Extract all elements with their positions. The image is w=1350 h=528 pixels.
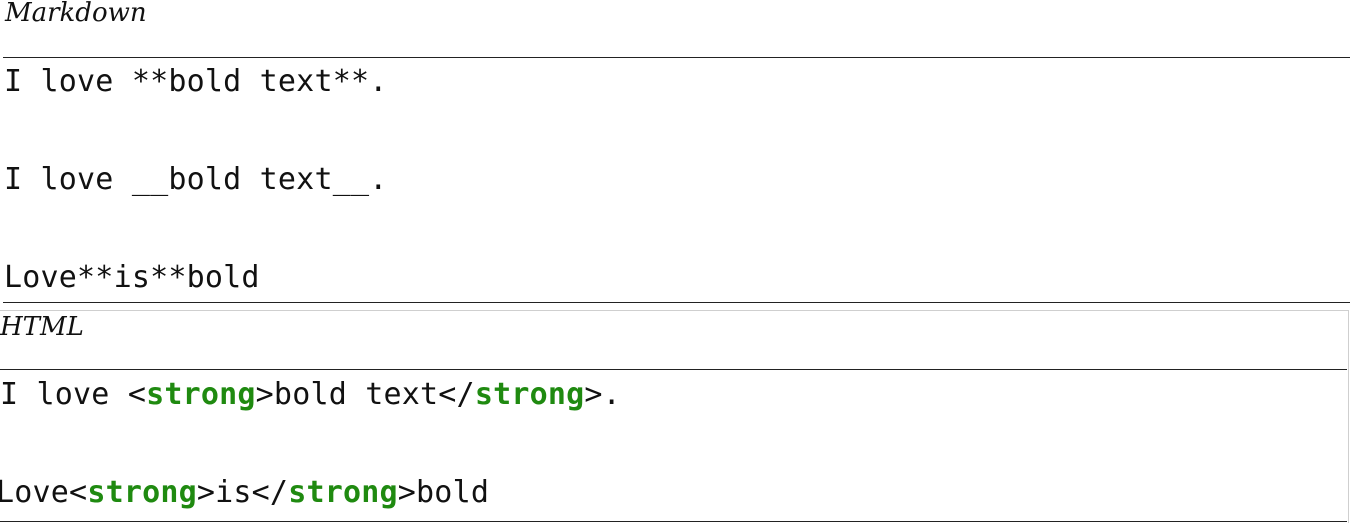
html-line-1-text-c: >.: [584, 377, 621, 412]
html-line-2-text-a: Love<: [0, 475, 88, 510]
html-line-1-text-b: >bold text</: [255, 377, 475, 412]
html-line-2-text-c: >bold: [397, 475, 490, 510]
html-line-1-text-a: I love <: [0, 377, 147, 412]
html-line-2-tag-close: strong: [288, 475, 398, 510]
html-line-1: I love <strong>bold text</strong>.: [0, 377, 621, 413]
markdown-bottom-rule: [3, 302, 1350, 303]
html-line-2-text-b: >is</: [196, 475, 289, 510]
html-line-2-tag-open: strong: [87, 475, 197, 510]
markdown-caption: Markdown: [5, 0, 147, 28]
markdown-top-rule: [3, 57, 1350, 58]
html-line-1-tag-close: strong: [474, 377, 585, 412]
html-top-rule: [0, 369, 1347, 370]
html-caption: HTML: [0, 312, 84, 342]
html-bottom-rule: [0, 521, 1347, 522]
markdown-line-1: I love **bold text**.: [4, 64, 388, 99]
html-line-2: Love<strong>is</strong>bold: [0, 475, 489, 511]
html-line-1-tag-open: strong: [146, 377, 256, 412]
markdown-line-2: I love __bold text__.: [4, 162, 388, 197]
markdown-line-3: Love**is**bold: [4, 260, 260, 295]
